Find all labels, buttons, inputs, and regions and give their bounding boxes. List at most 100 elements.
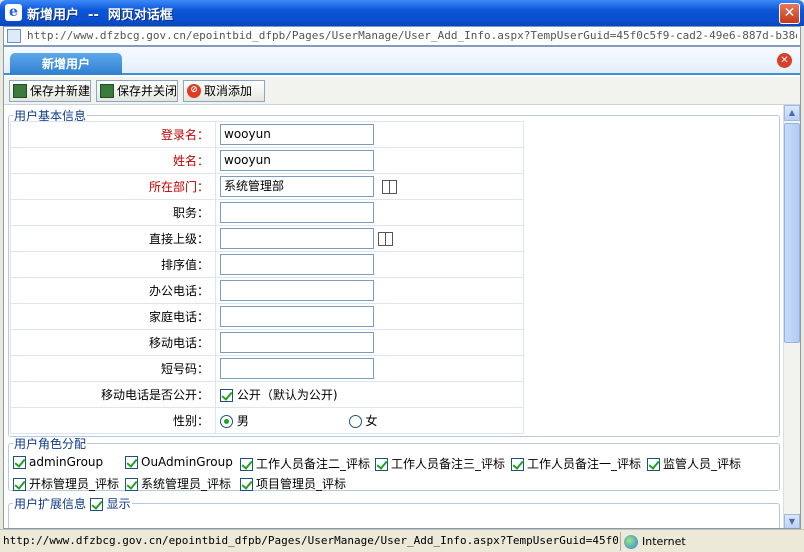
role-checkbox[interactable] — [13, 478, 26, 491]
role-label: 工作人员备注一_评标 — [527, 457, 642, 471]
close-tab-icon[interactable]: ✕ — [777, 53, 792, 68]
role-item: 系统管理员_评标 — [125, 475, 231, 492]
window-close-button[interactable]: ✕ — [779, 3, 800, 24]
roles-legend: 用户角色分配 — [14, 437, 87, 451]
name-label: 姓名： — [10, 147, 216, 174]
save-and-new-button[interactable]: 保存并新建 — [9, 80, 91, 102]
role-item: adminGroup — [13, 455, 103, 469]
vertical-scrollbar[interactable]: ▲ ▼ — [783, 105, 800, 528]
form-row-login: 登录名： wooyun — [10, 121, 524, 148]
role-label: 工作人员备注二_评标 — [256, 457, 371, 471]
tab-strip: 新增用户 ✕ — [4, 47, 800, 75]
window-titlebar: e 新增用户 -- 网页对话框 ✕ — [0, 0, 804, 26]
extended-info-legend-text: 用户扩展信息 — [14, 497, 87, 511]
role-checkbox[interactable] — [240, 458, 253, 471]
position-input[interactable] — [220, 202, 374, 223]
gender-female-radio[interactable] — [348, 415, 362, 428]
department-picker-icon[interactable] — [382, 179, 397, 194]
window-title: 新增用户 -- 网页对话框 — [27, 8, 173, 23]
form-row-mobile-public: 移动电话是否公开： 公开（默认为公开) — [10, 381, 524, 408]
department-label: 所在部门： — [10, 173, 216, 200]
extended-info-group: 用户扩展信息 显示 — [8, 495, 780, 528]
role-item: OuAdminGroup — [125, 455, 233, 469]
form-row-office-phone: 办公电话： — [10, 277, 524, 304]
cancel-add-label: 取消添加 — [204, 84, 253, 98]
page-icon — [7, 29, 21, 43]
form-row-short-number: 短号码： — [10, 355, 524, 382]
scroll-down-icon[interactable]: ▼ — [784, 514, 800, 528]
scroll-thumb[interactable] — [784, 123, 800, 343]
role-checkbox[interactable] — [13, 456, 26, 469]
role-checkbox[interactable] — [125, 478, 138, 491]
mobile-phone-input[interactable] — [220, 332, 374, 353]
role-item: 监管人员_评标 — [647, 455, 741, 472]
extended-info-legend: 用户扩展信息 显示 — [13, 495, 132, 512]
sort-order-label: 排序值： — [10, 251, 216, 278]
name-input[interactable]: wooyun — [220, 150, 374, 171]
role-item: 项目管理员_评标 — [240, 475, 346, 492]
tab-add-user[interactable]: 新增用户 — [10, 53, 122, 75]
superior-input[interactable] — [220, 228, 374, 249]
save-and-new-label: 保存并新建 — [30, 84, 91, 98]
home-phone-input[interactable] — [220, 306, 374, 327]
office-phone-input[interactable] — [220, 280, 374, 301]
role-checkbox[interactable] — [647, 458, 660, 471]
mobile-public-checkbox[interactable] — [220, 389, 233, 402]
position-label: 职务： — [10, 199, 216, 226]
role-item: 工作人员备注三_评标 — [375, 455, 505, 472]
superior-picker-icon[interactable] — [378, 231, 393, 246]
scroll-up-icon[interactable]: ▲ — [784, 105, 800, 121]
extended-show-label: 显示 — [106, 497, 131, 511]
login-label: 登录名： — [10, 121, 216, 148]
role-label: 监管人员_评标 — [663, 457, 742, 471]
gender-male-radio[interactable] — [220, 415, 233, 428]
status-url: http://www.dfzbcg.gov.cn/epointbid_dfpb/… — [3, 534, 618, 547]
form-row-superior: 直接上级： — [10, 225, 524, 252]
save-icon — [13, 84, 27, 98]
login-input[interactable]: wooyun — [220, 124, 374, 145]
short-number-label: 短号码： — [10, 355, 216, 382]
gender-female-label: 女 — [365, 414, 378, 428]
save-and-close-button[interactable]: 保存并关闭 — [96, 80, 178, 102]
role-label: adminGroup — [29, 455, 104, 469]
short-number-input[interactable] — [220, 358, 374, 379]
form-row-home-phone: 家庭电话： — [10, 303, 524, 330]
security-zone: Internet — [620, 532, 686, 551]
role-item: 工作人员备注二_评标 — [240, 455, 370, 472]
extended-show-checkbox[interactable] — [89, 498, 103, 511]
department-input[interactable]: 系统管理部 — [220, 176, 374, 197]
address-bar: http://www.dfzbcg.gov.cn/epointbid_dfpb/… — [3, 26, 801, 46]
gender-male-label: 男 — [236, 414, 249, 428]
role-item: 开标管理员_评标 — [13, 475, 119, 492]
address-url: http://www.dfzbcg.gov.cn/epointbid_dfpb/… — [27, 29, 797, 42]
save-and-close-label: 保存并关闭 — [117, 84, 178, 98]
cancel-add-button[interactable]: ⊘ 取消添加 — [183, 80, 265, 102]
dialog-content: 新增用户 ✕ 保存并新建 保存并关闭 ⊘ 取消添加 用户基本信息 登录名： wo… — [3, 46, 801, 529]
ie-icon: e — [5, 4, 22, 21]
mobile-public-label: 移动电话是否公开： — [10, 381, 216, 408]
role-label: 开标管理员_评标 — [29, 477, 120, 491]
form-row-position: 职务： — [10, 199, 524, 226]
sort-order-input[interactable] — [220, 254, 374, 275]
role-checkbox[interactable] — [240, 478, 253, 491]
role-item: 工作人员备注一_评标 — [511, 455, 641, 472]
globe-icon — [624, 535, 638, 549]
basic-info-form: 登录名： wooyun 姓名： wooyun 所在部门： 系统管理部 职务： 直… — [10, 121, 524, 434]
office-phone-label: 办公电话： — [10, 277, 216, 304]
toolbar: 保存并新建 保存并关闭 ⊘ 取消添加 — [4, 77, 800, 105]
superior-label: 直接上级： — [10, 225, 216, 252]
form-row-name: 姓名： wooyun — [10, 147, 524, 174]
mobile-public-option: 公开（默认为公开) — [236, 388, 338, 402]
form-row-mobile-phone: 移动电话： — [10, 329, 524, 356]
role-label: 项目管理员_评标 — [256, 477, 347, 491]
role-checkbox[interactable] — [511, 458, 524, 471]
status-bar: http://www.dfzbcg.gov.cn/epointbid_dfpb/… — [0, 529, 804, 552]
role-label: 工作人员备注三_评标 — [391, 457, 506, 471]
home-phone-label: 家庭电话： — [10, 303, 216, 330]
role-checkbox[interactable] — [125, 456, 138, 469]
gender-label: 性别： — [10, 407, 216, 434]
role-checkbox[interactable] — [375, 458, 388, 471]
form-row-department: 所在部门： 系统管理部 — [10, 173, 524, 200]
cancel-icon: ⊘ — [187, 84, 201, 98]
mobile-phone-label: 移动电话： — [10, 329, 216, 356]
